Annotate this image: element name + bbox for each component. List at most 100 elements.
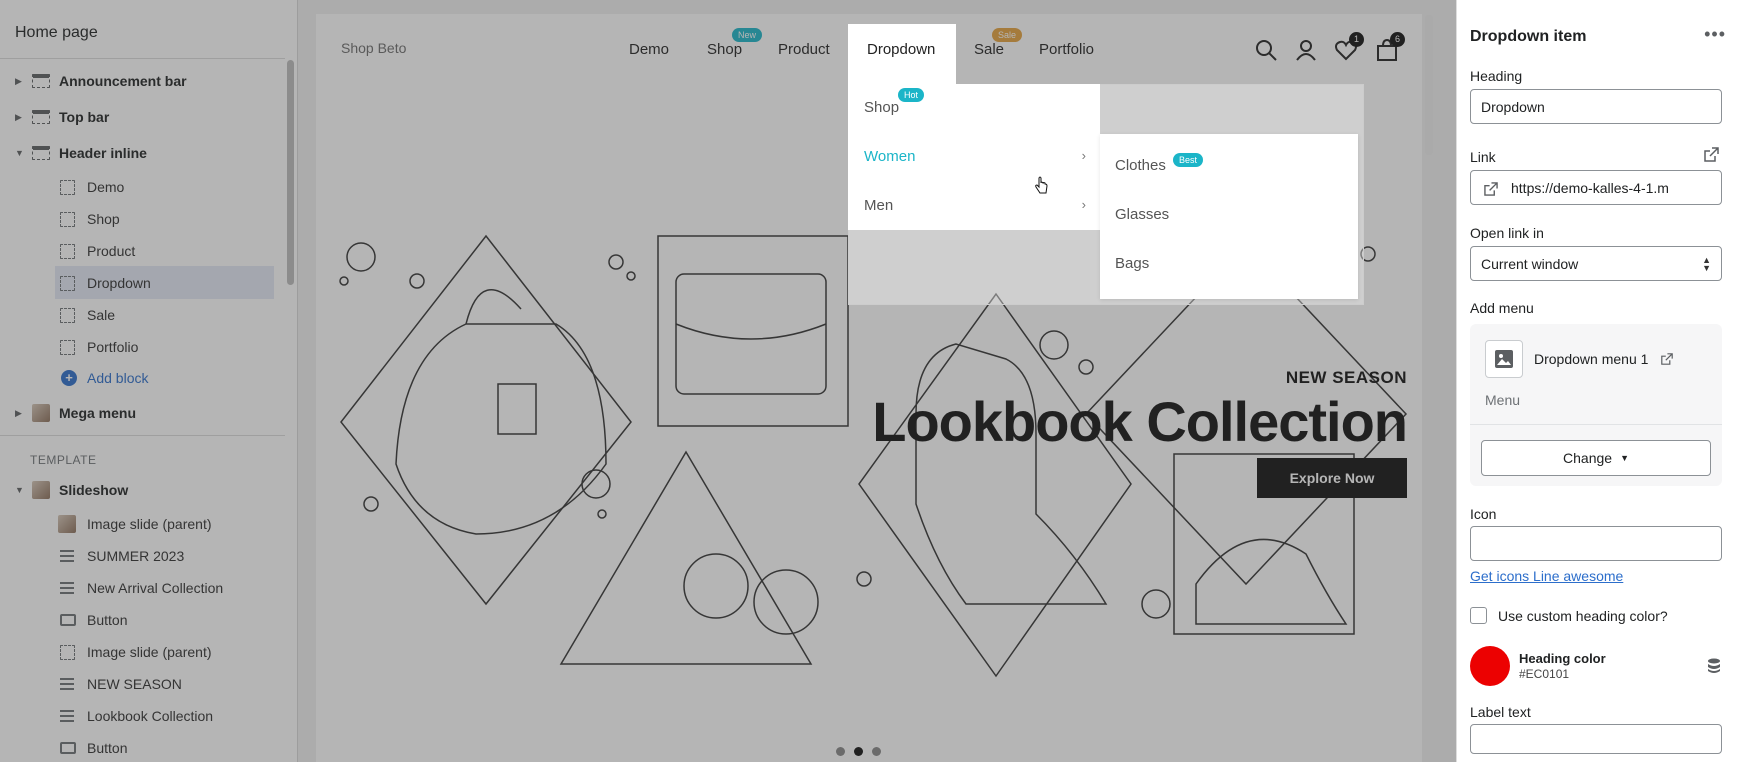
shop-logo-text[interactable]: Shop Beto <box>341 40 406 56</box>
button-block-icon <box>60 742 76 754</box>
sidebar-block-text[interactable]: Lookbook Collection <box>0 701 285 731</box>
sidebar-section-header-inline[interactable]: ▼ Header inline <box>0 138 285 168</box>
external-link-icon[interactable] <box>1704 147 1719 162</box>
add-block-label: Add block <box>87 370 149 386</box>
menu-type: Menu <box>1485 392 1521 408</box>
heading-color-label: Heading color <box>1519 651 1606 666</box>
slide-pagination <box>836 747 881 756</box>
sidebar-scrollbar[interactable] <box>287 60 294 285</box>
sidebar-block-shop[interactable]: Shop <box>0 204 285 234</box>
section-thumbnail-icon <box>32 404 50 422</box>
open-link-select[interactable]: Current window ▲ ▼ <box>1470 246 1722 281</box>
divider <box>1470 424 1722 425</box>
slide-dot-active[interactable] <box>854 747 863 756</box>
sidebar-block-label: Lookbook Collection <box>87 708 214 724</box>
get-icons-link[interactable]: Get icons Line awesome <box>1470 568 1623 584</box>
sidebar-title: Home page <box>15 24 98 41</box>
hero-title: Lookbook Collection <box>872 390 1408 453</box>
sidebar-block-button[interactable]: Button <box>0 733 285 762</box>
nav-portfolio[interactable]: Portfolio <box>1039 41 1094 58</box>
wishlist-count: 1 <box>1349 32 1364 47</box>
add-block-button[interactable]: + Add block <box>61 370 148 386</box>
sidebar-block-image-slide[interactable]: Image slide (parent) <box>0 637 285 667</box>
caret-right-icon[interactable]: ▶ <box>15 112 25 123</box>
text-lines-icon <box>60 710 74 722</box>
external-link-icon <box>1484 182 1498 196</box>
sidebar-section-mega-menu[interactable]: ▶ Mega menu <box>0 398 285 428</box>
more-options-icon[interactable]: ••• <box>1704 24 1726 45</box>
divider <box>0 58 285 59</box>
heading-input[interactable]: Dropdown <box>1470 89 1722 124</box>
external-link-icon[interactable] <box>1661 353 1673 365</box>
link-input[interactable]: https://demo-kalles-4-1.m <box>1470 170 1722 205</box>
select-arrows-icon: ▲ ▼ <box>1702 254 1711 273</box>
storefront-preview: NEW SEASON Lookbook Collection Explore N… <box>316 14 1422 762</box>
caret-right-icon[interactable]: ▶ <box>15 408 25 419</box>
sidebar-block-product[interactable]: Product <box>0 236 285 266</box>
account-icon[interactable] <box>1294 38 1318 62</box>
caret-down-icon[interactable]: ▼ <box>15 485 25 495</box>
open-link-value: Current window <box>1481 255 1579 272</box>
hero-kicker: NEW SEASON <box>1285 368 1407 387</box>
section-thumbnail-icon <box>32 481 50 499</box>
icon-input[interactable] <box>1470 526 1722 561</box>
nav-demo[interactable]: Demo <box>629 41 669 58</box>
sidebar-section-announcement-bar[interactable]: ▶ Announcement bar <box>0 66 285 96</box>
sidebar-section-label: Top bar <box>59 109 110 125</box>
preview-scrollbar[interactable] <box>1425 15 1433 155</box>
nav-sale[interactable]: Sale <box>974 41 1004 58</box>
slide-dot[interactable] <box>872 747 881 756</box>
sidebar-block-label: Button <box>87 740 128 756</box>
sidebar-section-slideshow[interactable]: ▼ Slideshow <box>0 475 285 505</box>
nav-dropdown[interactable]: Dropdown <box>867 41 935 58</box>
sidebar-block-label: Image slide (parent) <box>87 644 212 660</box>
add-menu-label: Add menu <box>1470 300 1534 316</box>
sidebar-block-portfolio[interactable]: Portfolio <box>0 332 285 362</box>
menu-name-link[interactable]: Dropdown menu 1 <box>1534 351 1648 367</box>
sidebar-section-label: Mega menu <box>59 405 137 421</box>
divider <box>0 435 285 436</box>
sidebar-block-label: Demo <box>87 179 125 195</box>
explore-now-button[interactable]: Explore Now <box>1257 458 1407 498</box>
nav-shop[interactable]: Shop <box>707 41 742 58</box>
sidebar-block-label: SUMMER 2023 <box>87 548 185 564</box>
block-icon <box>60 340 75 355</box>
block-icon <box>60 645 75 660</box>
image-thumbnail-icon <box>58 515 76 533</box>
label-text-input[interactable] <box>1470 724 1722 754</box>
sidebar-block-demo[interactable]: Demo <box>0 172 285 202</box>
nav-product[interactable]: Product <box>778 41 830 58</box>
section-icon <box>32 110 50 124</box>
database-icon[interactable] <box>1707 658 1721 674</box>
sidebar-block-text[interactable]: New Arrival Collection <box>0 573 285 603</box>
text-lines-icon <box>60 582 74 594</box>
sidebar-block-label: NEW SEASON <box>87 676 182 692</box>
sidebar-block-dropdown[interactable]: Dropdown <box>0 268 285 298</box>
sidebar-block-image-slide[interactable]: Image slide (parent) <box>0 509 285 539</box>
sidebar-section-label: Announcement bar <box>59 73 187 89</box>
change-menu-button[interactable]: Change ▼ <box>1481 440 1711 476</box>
search-icon[interactable] <box>1254 38 1278 62</box>
sidebar-block-label: Shop <box>87 211 120 227</box>
wishlist-button[interactable]: 1 <box>1334 32 1364 62</box>
cart-button[interactable]: 6 <box>1375 32 1405 62</box>
sidebar-section-top-bar[interactable]: ▶ Top bar <box>0 102 285 132</box>
caret-right-icon[interactable]: ▶ <box>15 76 25 87</box>
heading-color-value: #EC0101 <box>1519 667 1570 681</box>
text-lines-icon <box>60 550 74 562</box>
sidebar-block-button[interactable]: Button <box>0 605 285 635</box>
sidebar-block-sale[interactable]: Sale <box>0 300 285 330</box>
nav-badge-sale: Sale <box>992 28 1023 42</box>
hero-slide: NEW SEASON Lookbook Collection Explore N… <box>316 84 1422 762</box>
section-icon <box>32 74 50 88</box>
heading-color-swatch[interactable] <box>1470 646 1510 686</box>
slide-dot[interactable] <box>836 747 845 756</box>
custom-heading-color-checkbox[interactable] <box>1470 607 1487 624</box>
cart-count: 6 <box>1390 32 1405 47</box>
link-value: https://demo-kalles-4-1.m <box>1511 179 1669 196</box>
caret-down-icon[interactable]: ▼ <box>15 148 25 158</box>
sidebar-block-text[interactable]: SUMMER 2023 <box>0 541 285 571</box>
image-placeholder-icon <box>1485 340 1523 378</box>
menu-picker-card: Dropdown menu 1 Menu Change ▼ <box>1470 324 1722 486</box>
sidebar-block-text[interactable]: NEW SEASON <box>0 669 285 699</box>
